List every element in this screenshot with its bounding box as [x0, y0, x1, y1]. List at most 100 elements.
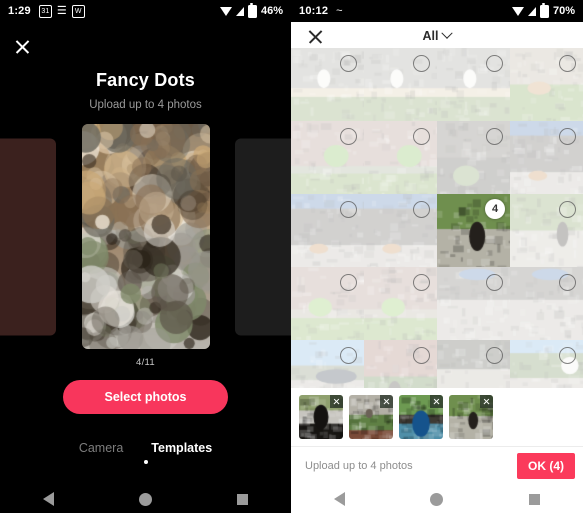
photo-dim-overlay	[291, 340, 364, 388]
wifi-icon	[511, 6, 524, 16]
selection-circle[interactable]	[486, 55, 503, 72]
remove-thumbnail-icon[interactable]	[430, 395, 443, 408]
remove-thumbnail-icon[interactable]	[380, 395, 393, 408]
selection-circle[interactable]	[340, 128, 357, 145]
template-carousel[interactable]	[0, 124, 291, 349]
template-preview-image	[81, 124, 210, 349]
template-card-next[interactable]	[235, 138, 291, 335]
selection-circle[interactable]	[559, 128, 576, 145]
battery-percent: 46%	[260, 5, 283, 17]
photo-grid-cell[interactable]	[364, 48, 438, 122]
photo-grid-cell[interactable]	[291, 267, 365, 341]
battery-icon	[539, 2, 549, 18]
photo-grid-cell[interactable]	[510, 121, 583, 195]
template-card-previous[interactable]	[0, 138, 56, 335]
ok-button[interactable]: OK (4)	[517, 453, 575, 479]
selected-thumbnail[interactable]	[399, 395, 443, 439]
calendar-icon: 31	[38, 4, 52, 18]
selection-circle[interactable]	[413, 201, 430, 218]
photo-grid-cell[interactable]	[510, 194, 583, 268]
album-filter-dropdown[interactable]: All	[422, 27, 454, 43]
selection-circle[interactable]	[413, 274, 430, 291]
selection-circle[interactable]	[559, 274, 576, 291]
status-time: 1:29	[8, 5, 31, 17]
signal-icon	[527, 6, 536, 16]
photo-grid-cell[interactable]	[364, 194, 438, 268]
page-subtitle: Upload up to 4 photos	[89, 99, 202, 111]
photo-grid-cell[interactable]	[291, 48, 365, 122]
battery-percent: 70%	[552, 5, 575, 17]
status-bar-left: 1:29 31 ☰ W 46%	[0, 0, 291, 22]
photo-dim-overlay	[364, 340, 437, 388]
selection-circle[interactable]	[559, 347, 576, 364]
selection-circle[interactable]	[486, 128, 503, 145]
photo-grid-cell[interactable]	[291, 121, 365, 195]
footer-hint-text: Upload up to 4 photos	[305, 460, 413, 472]
selection-circle[interactable]	[413, 128, 430, 145]
selection-badge[interactable]: 4	[485, 199, 505, 219]
template-card-current[interactable]	[81, 124, 210, 349]
selection-circle[interactable]	[559, 201, 576, 218]
selection-circle[interactable]	[559, 55, 576, 72]
status-time: 10:12	[299, 5, 329, 17]
photo-dim-overlay	[510, 340, 583, 388]
home-icon[interactable]	[138, 492, 152, 506]
wifi-icon	[219, 6, 232, 16]
close-icon[interactable]	[307, 28, 324, 45]
photo-grid-cell[interactable]	[291, 340, 365, 388]
selected-thumbnails-strip[interactable]	[291, 392, 583, 442]
status-bar-right: 10:12 ~ 70%	[291, 0, 583, 22]
selected-thumbnail[interactable]	[299, 395, 343, 439]
photo-grid-cell[interactable]	[510, 48, 583, 122]
dual-screenshot: 1:29 31 ☰ W 46% Fancy Dots Upload up to …	[0, 0, 583, 513]
photo-grid[interactable]: 4	[291, 48, 583, 388]
back-icon[interactable]	[333, 492, 345, 506]
selection-circle[interactable]	[340, 201, 357, 218]
android-nav-bar-right	[291, 485, 583, 513]
select-photos-button[interactable]: Select photos	[63, 380, 228, 414]
photo-grid-cell[interactable]	[437, 121, 511, 195]
status-notification-icons: 31 ☰ W	[38, 4, 85, 18]
photo-grid-cell[interactable]	[364, 340, 438, 388]
recents-icon[interactable]	[529, 493, 541, 505]
photo-grid-cell[interactable]	[364, 121, 438, 195]
page-indicator-dot	[143, 460, 148, 464]
picker-header: All	[291, 22, 583, 50]
album-filter-label: All	[422, 29, 439, 43]
photo-grid-cell[interactable]	[510, 267, 583, 341]
selection-circle[interactable]	[413, 347, 430, 364]
selection-circle[interactable]	[340, 347, 357, 364]
status-system-icons: 46%	[219, 2, 283, 18]
status-notification-icons: ~	[336, 4, 343, 17]
selection-circle[interactable]	[486, 274, 503, 291]
selected-thumbnail[interactable]	[349, 395, 393, 439]
photo-grid-cell[interactable]: 4	[437, 194, 511, 268]
close-icon[interactable]	[12, 36, 34, 58]
photo-picker-screen: 10:12 ~ 70% All 4 Upload up to 4 photos …	[291, 0, 583, 513]
tab-camera[interactable]: Camera	[79, 441, 123, 455]
wave-icon: ~	[336, 4, 343, 17]
selection-circle[interactable]	[486, 347, 503, 364]
remove-thumbnail-icon[interactable]	[480, 395, 493, 408]
android-nav-bar-left	[0, 485, 291, 513]
photo-grid-cell[interactable]	[510, 340, 583, 388]
selection-circle[interactable]	[340, 55, 357, 72]
status-system-icons: 70%	[511, 2, 575, 18]
home-icon[interactable]	[430, 492, 444, 506]
template-counter: 4/11	[136, 357, 155, 368]
tab-templates[interactable]: Templates	[151, 441, 212, 455]
photo-grid-cell[interactable]	[437, 267, 511, 341]
selection-circle[interactable]	[340, 274, 357, 291]
remove-thumbnail-icon[interactable]	[330, 395, 343, 408]
photo-grid-cell[interactable]	[437, 48, 511, 122]
messages-icon: ☰	[56, 4, 67, 17]
back-icon[interactable]	[42, 492, 54, 506]
selected-thumbnail[interactable]	[449, 395, 493, 439]
photo-grid-cell[interactable]	[291, 194, 365, 268]
battery-icon	[247, 2, 257, 18]
page-title: Fancy Dots	[95, 70, 196, 90]
photo-grid-cell[interactable]	[364, 267, 438, 341]
recents-icon[interactable]	[237, 493, 249, 505]
selection-circle[interactable]	[413, 55, 430, 72]
photo-grid-cell[interactable]	[437, 340, 511, 388]
